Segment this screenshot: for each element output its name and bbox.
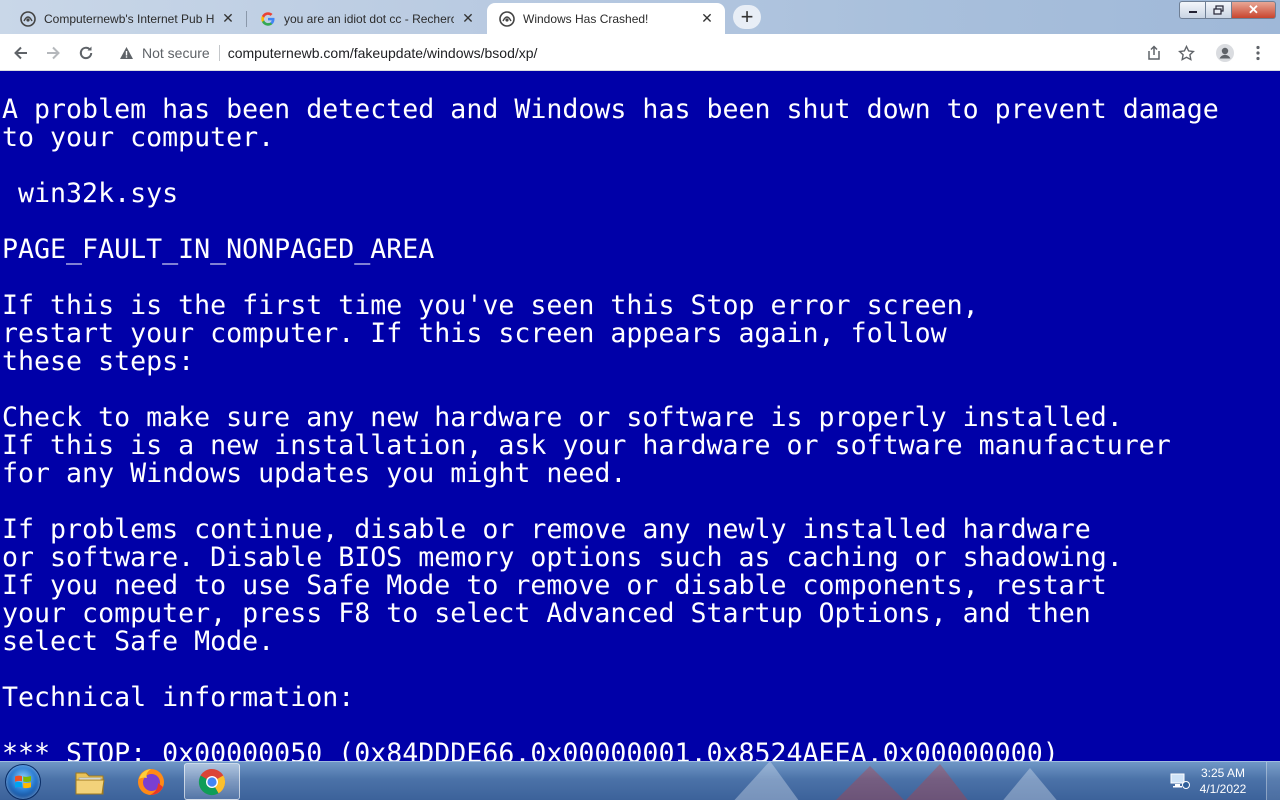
address-divider (218, 44, 220, 61)
windows-taskbar: 3:25 AM 4/1/2022 (0, 761, 1280, 800)
bsod-text-line: If you need to use Safe Mode to remove o… (2, 570, 1107, 601)
wallpaper-peek-decoration (734, 762, 1057, 800)
star-icon (1177, 44, 1195, 61)
plus-icon: + (740, 4, 754, 29)
share-button[interactable] (1141, 40, 1167, 66)
bsod-text-line: select Safe Mode. (2, 626, 275, 657)
restore-button[interactable] (1206, 1, 1232, 19)
google-g-icon (260, 11, 276, 27)
bsod-text-line: your computer, press F8 to select Advanc… (2, 598, 1091, 629)
bsod-text-line: these steps: (2, 346, 195, 377)
tab-title: you are an idiot dot cc - Recherche Goog… (284, 11, 454, 26)
profile-button[interactable] (1212, 40, 1238, 66)
forward-button[interactable] (40, 40, 66, 66)
folder-icon (75, 772, 105, 794)
browser-toolbar: Not secure computernewb.com/fakeupdate/w… (0, 34, 1280, 71)
bsod-text-line: If problems continue, disable or remove … (2, 514, 1091, 545)
bsod-technical-heading: Technical information: (2, 682, 355, 713)
taskbar-chrome[interactable] (184, 763, 240, 800)
arrow-right-icon (47, 46, 60, 60)
clock-date: 4/1/2022 (1199, 782, 1247, 796)
arrow-left-icon (14, 46, 27, 60)
menu-button[interactable] (1245, 40, 1271, 66)
tab-close-icon[interactable]: ✕ (699, 10, 715, 27)
bsod-text-line: or software. Disable BIOS memory options… (2, 542, 1123, 573)
avatar-icon (1216, 44, 1234, 62)
browser-tab-strip: Computernewb's Internet Pub Hub ✕ you ar… (0, 0, 1280, 34)
bsod-text-line: If this is the first time you've seen th… (2, 290, 979, 321)
bookmark-button[interactable] (1173, 40, 1199, 66)
warning-triangle-icon[interactable] (118, 45, 134, 61)
back-button[interactable] (8, 40, 34, 66)
bsod-text-line: Check to make sure any new hardware or s… (2, 402, 1123, 433)
firefox-icon (138, 768, 164, 795)
windows-logo-icon (15, 775, 31, 789)
computernewb-favicon-icon (499, 10, 515, 27)
tab-close-icon[interactable]: ✕ (220, 10, 236, 27)
minimize-button[interactable] (1179, 1, 1206, 19)
start-button[interactable] (5, 764, 41, 800)
computernewb-favicon-icon (20, 10, 36, 27)
window-close-button[interactable]: ✕ (1232, 1, 1276, 19)
tab-windows-has-crashed[interactable]: Windows Has Crashed! ✕ (487, 3, 725, 34)
taskbar-firefox[interactable] (123, 763, 179, 800)
chrome-icon (198, 768, 226, 795)
bsod-page: A problem has been detected and Windows … (0, 71, 1280, 761)
tab-title: Windows Has Crashed! (523, 11, 649, 26)
security-status-label[interactable]: Not secure (142, 45, 210, 61)
bsod-driver-name: win32k.sys (2, 178, 179, 209)
tab-title: Computernewb's Internet Pub Hub (44, 11, 214, 26)
tab-computernewb-pub[interactable]: Computernewb's Internet Pub Hub ✕ (8, 3, 247, 34)
bsod-error-code-name: PAGE_FAULT_IN_NONPAGED_AREA (2, 234, 435, 265)
bsod-text-line: for any Windows updates you might need. (2, 458, 627, 489)
bsod-text-line: to your computer. (2, 122, 275, 153)
window-controls: ✕ (1179, 1, 1276, 19)
share-icon (1148, 45, 1160, 60)
reload-icon (79, 46, 93, 60)
address-bar[interactable]: Not secure computernewb.com/fakeupdate/w… (108, 38, 1242, 67)
bsod-stop-code: *** STOP: 0x00000050 (0x84DDDE66,0x00000… (2, 738, 1059, 762)
tab-close-icon[interactable]: ✕ (460, 10, 476, 27)
clock-time: 3:25 AM (1200, 766, 1246, 780)
bsod-text-line: If this is a new installation, ask your … (2, 430, 1171, 461)
show-desktop-button[interactable] (1266, 762, 1280, 800)
taskbar-file-explorer[interactable] (62, 763, 118, 800)
bsod-text-line: restart your computer. If this screen ap… (2, 318, 947, 349)
tab-separator (246, 11, 247, 27)
reload-button[interactable] (73, 40, 99, 66)
new-tab-button[interactable]: + (733, 5, 761, 29)
kebab-menu-icon (1256, 45, 1260, 61)
url-text[interactable]: computernewb.com/fakeupdate/windows/bsod… (228, 45, 538, 61)
restore-icon (1212, 5, 1224, 15)
minimize-icon (1188, 11, 1197, 13)
bsod-text-line: A problem has been detected and Windows … (2, 94, 1219, 125)
tab-google-search[interactable]: you are an idiot dot cc - Recherche Goog… (248, 3, 486, 34)
close-icon: ✕ (1248, 2, 1259, 17)
system-clock[interactable]: 3:25 AM 4/1/2022 (1188, 765, 1258, 797)
